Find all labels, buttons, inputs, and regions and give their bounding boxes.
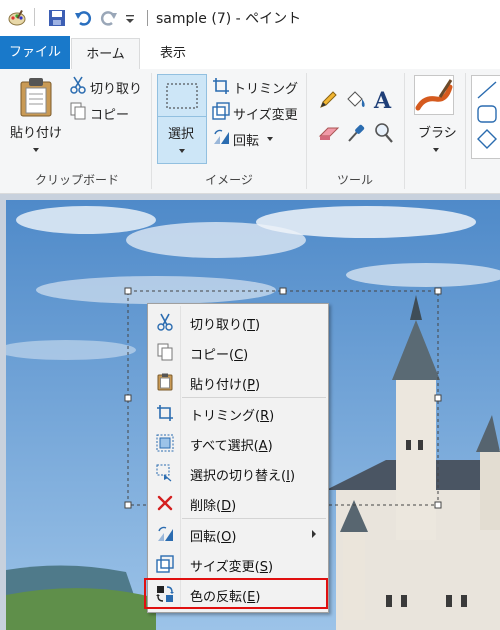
select-button-label[interactable]: 選択 bbox=[168, 123, 194, 142]
menu-item-label: すべて選択(A) bbox=[190, 439, 273, 454]
tab-file[interactable]: ファイル bbox=[0, 36, 70, 69]
copy-icon bbox=[157, 343, 173, 361]
menu-item-delete[interactable]: 削除(D) bbox=[150, 489, 326, 517]
resize-icon bbox=[156, 555, 174, 573]
select-dropdown-caret[interactable] bbox=[179, 149, 185, 153]
rotate-dropdown-caret[interactable] bbox=[267, 137, 273, 141]
image-group-label: イメージ bbox=[205, 173, 253, 187]
fill-bucket-icon[interactable] bbox=[345, 90, 367, 110]
select-button[interactable]: 選択 bbox=[157, 74, 207, 164]
menu-item-cut[interactable]: 切り取り(T) bbox=[150, 308, 326, 336]
rotate-button-label[interactable]: 回転 bbox=[233, 130, 259, 149]
redo-icon[interactable] bbox=[100, 9, 118, 27]
crop-button-label[interactable]: トリミング bbox=[233, 78, 298, 97]
invert-selection-icon bbox=[156, 464, 172, 482]
ribbon-tabs: ファイル ホーム 表示 bbox=[0, 36, 500, 71]
crop-icon[interactable] bbox=[212, 77, 230, 95]
menu-separator bbox=[182, 397, 326, 398]
qat-divider bbox=[34, 8, 35, 26]
select-upper[interactable] bbox=[158, 75, 206, 115]
ribbon: 貼り付け 切り取り コピー クリップボード 選択 トリミング サイズ変更 回転 … bbox=[0, 69, 500, 194]
rotate-icon[interactable] bbox=[212, 128, 230, 146]
clipboard-group-label: クリップボード bbox=[34, 173, 119, 187]
menu-item-label: 貼り付け(P) bbox=[190, 378, 261, 393]
menu-item-label: コピー(C) bbox=[190, 348, 249, 363]
paste-button-label[interactable]: 貼り付け bbox=[10, 122, 62, 141]
pencil-icon[interactable] bbox=[318, 90, 338, 110]
menu-item-copy[interactable]: コピー(C) bbox=[150, 338, 326, 366]
context-menu: 切り取り(T) コピー(C) 貼り付け(P) トリミング(R) すべて選択(A) bbox=[147, 303, 329, 613]
highlight-box bbox=[144, 578, 328, 609]
cut-button-label[interactable]: 切り取り bbox=[90, 78, 142, 97]
paste-dropdown-caret[interactable] bbox=[33, 148, 39, 152]
select-divider bbox=[158, 116, 206, 117]
brush-icon[interactable] bbox=[414, 75, 454, 115]
resize-icon[interactable] bbox=[212, 102, 230, 120]
group-divider bbox=[404, 73, 405, 189]
rotate-icon bbox=[158, 526, 173, 541]
select-rectangle-icon bbox=[166, 83, 198, 109]
menu-item-paste[interactable]: 貼り付け(P) bbox=[150, 368, 326, 396]
delete-icon bbox=[157, 495, 173, 511]
crop-icon bbox=[157, 405, 173, 421]
customize-qat-icon[interactable] bbox=[124, 9, 136, 27]
tools-group-label: ツール bbox=[336, 173, 373, 187]
resize-button-label[interactable]: サイズ変更 bbox=[233, 104, 298, 123]
paint-app-icon bbox=[8, 10, 26, 26]
menu-item-label: 選択の切り替え(I) bbox=[190, 469, 296, 484]
cut-icon[interactable] bbox=[70, 76, 86, 94]
copy-button-label[interactable]: コピー bbox=[90, 104, 129, 123]
text-tool-icon[interactable]: A bbox=[374, 88, 391, 114]
paste-icon bbox=[157, 373, 173, 391]
menu-item-label: トリミング(R) bbox=[190, 409, 275, 424]
select-all-icon bbox=[156, 434, 174, 452]
title-bar: sample (7) - ペイント bbox=[0, 0, 500, 36]
menu-item-invert-selection[interactable]: 選択の切り替え(I) bbox=[150, 459, 326, 487]
magnifier-icon[interactable] bbox=[374, 122, 394, 144]
shapes-icon[interactable] bbox=[476, 80, 498, 156]
scissors-icon bbox=[157, 313, 173, 331]
undo-icon[interactable] bbox=[74, 9, 92, 27]
save-icon[interactable] bbox=[48, 9, 66, 27]
eraser-icon[interactable] bbox=[318, 124, 340, 142]
menu-item-rotate[interactable]: 回転(O) bbox=[150, 520, 326, 548]
group-divider bbox=[151, 73, 152, 189]
brush-button-label[interactable]: ブラシ bbox=[418, 122, 457, 141]
window-title: sample (7) - ペイント bbox=[156, 11, 302, 27]
group-divider bbox=[465, 73, 466, 189]
submenu-arrow-icon bbox=[312, 530, 316, 538]
menu-separator bbox=[182, 518, 326, 519]
color-picker-icon[interactable] bbox=[346, 122, 366, 144]
menu-item-label: サイズ変更(S) bbox=[190, 560, 274, 575]
paste-icon[interactable] bbox=[18, 77, 54, 117]
menu-item-resize[interactable]: サイズ変更(S) bbox=[150, 550, 326, 578]
shapes-gallery[interactable] bbox=[471, 75, 500, 159]
tab-view[interactable]: 表示 bbox=[150, 38, 196, 69]
menu-item-label: 削除(D) bbox=[190, 499, 237, 514]
menu-item-select-all[interactable]: すべて選択(A) bbox=[150, 429, 326, 457]
copy-icon[interactable] bbox=[70, 102, 86, 120]
menu-item-label: 回転(O) bbox=[190, 530, 237, 545]
title-divider bbox=[147, 10, 148, 26]
brush-dropdown-caret[interactable] bbox=[433, 148, 439, 152]
menu-item-label: 切り取り(T) bbox=[190, 318, 261, 333]
menu-item-crop[interactable]: トリミング(R) bbox=[150, 399, 326, 427]
tab-home[interactable]: ホーム bbox=[71, 38, 140, 71]
